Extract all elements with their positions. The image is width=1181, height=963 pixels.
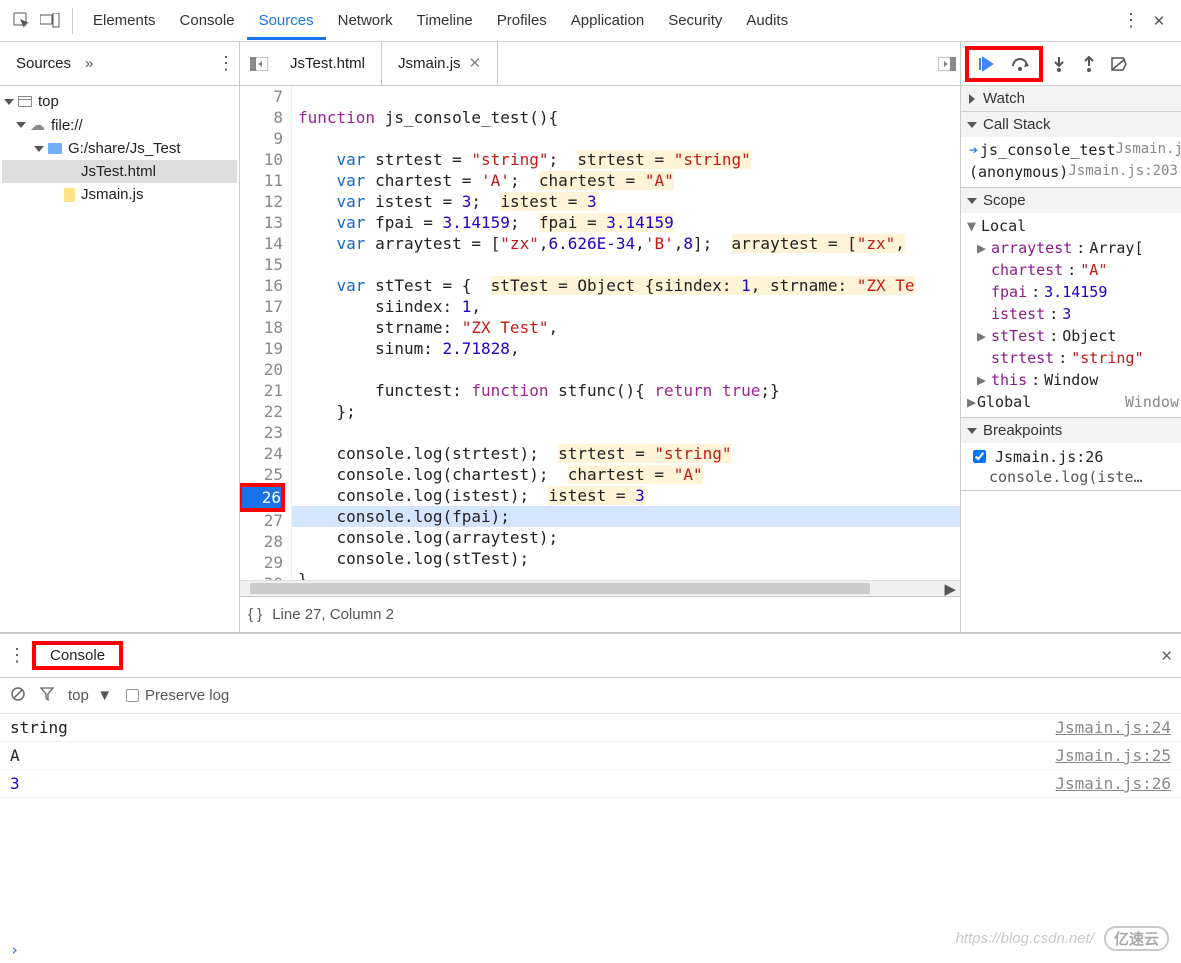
- breakpoints-section-header[interactable]: Breakpoints: [961, 418, 1181, 443]
- step-out-button[interactable]: [1075, 50, 1103, 78]
- scope-var[interactable]: ▶arraytest:Array[: [965, 237, 1181, 259]
- tab-console[interactable]: Console: [168, 2, 247, 40]
- console-drawer: ⋮ Console ✕ top ▼ Preserve log stringJsm…: [0, 633, 1181, 963]
- console-message: stringJsmain.js:24: [0, 714, 1181, 742]
- step-into-button[interactable]: [1045, 50, 1073, 78]
- tab-security[interactable]: Security: [656, 2, 734, 40]
- deactivate-breakpoints-icon[interactable]: [1105, 50, 1133, 78]
- close-devtools-icon[interactable]: ✕: [1145, 7, 1173, 35]
- close-tab-icon[interactable]: ✕: [469, 54, 482, 72]
- devtools-main-tabs: ElementsConsoleSourcesNetworkTimelinePro…: [0, 0, 1181, 42]
- scope-var[interactable]: fpai:3.14159: [965, 281, 1181, 303]
- filter-icon[interactable]: [40, 687, 54, 705]
- step-over-button[interactable]: [1007, 50, 1035, 78]
- callstack-section-header[interactable]: Call Stack: [961, 112, 1181, 137]
- scope-global[interactable]: ▶GlobalWindow: [965, 391, 1181, 413]
- tab-application[interactable]: Application: [559, 2, 656, 40]
- line-gutter[interactable]: 7891011121314151617181920212223242526272…: [240, 86, 292, 580]
- file-tab-js[interactable]: Jsmain.js✕: [382, 42, 498, 85]
- callstack-frame[interactable]: ➔js_console_testJsmain.js:27: [965, 139, 1181, 161]
- resume-button[interactable]: [973, 50, 1001, 78]
- device-toggle-icon[interactable]: [36, 7, 64, 35]
- scope-var[interactable]: ▶this:Window: [965, 369, 1181, 391]
- scope-section-header[interactable]: Scope: [961, 188, 1181, 213]
- inspect-element-icon[interactable]: [8, 7, 36, 35]
- console-message: AJsmain.js:25: [0, 742, 1181, 770]
- tab-timeline[interactable]: Timeline: [405, 2, 485, 40]
- console-tab[interactable]: Console: [38, 643, 117, 668]
- pretty-print-icon[interactable]: { }: [248, 606, 262, 623]
- tree-folder[interactable]: G:/share/Js_Test: [2, 137, 237, 160]
- tab-network[interactable]: Network: [326, 2, 405, 40]
- watermark: https://blog.csdn.net/ 亿速云: [956, 926, 1169, 951]
- tree-top-frame[interactable]: top: [2, 90, 237, 113]
- horizontal-scrollbar[interactable]: ▶: [240, 580, 960, 596]
- scope-var[interactable]: strtest:"string": [965, 347, 1181, 369]
- drawer-menu-icon[interactable]: ⋮: [8, 645, 26, 666]
- sources-tab[interactable]: Sources: [4, 47, 83, 80]
- scope-var[interactable]: istest:3: [965, 303, 1181, 325]
- tree-origin[interactable]: ☁file://: [2, 113, 237, 137]
- console-message: 3Jsmain.js:26: [0, 770, 1181, 798]
- sources-navigator: Sources » ⋮ top ☁file:// G:/share/Js_Tes…: [0, 42, 240, 632]
- show-navigator-icon[interactable]: [244, 49, 274, 79]
- code-editor: JsTest.html Jsmain.js✕ 78910111213141516…: [240, 42, 961, 632]
- sidebar-menu-icon[interactable]: ⋮: [217, 53, 235, 74]
- tab-elements[interactable]: Elements: [81, 2, 168, 40]
- scope-local[interactable]: ▼Local: [965, 215, 1181, 237]
- cursor-position: Line 27, Column 2: [272, 606, 394, 623]
- watch-section-header[interactable]: Watch: [961, 86, 1181, 111]
- preserve-log-checkbox[interactable]: Preserve log: [126, 687, 229, 704]
- close-drawer-icon[interactable]: ✕: [1160, 647, 1173, 665]
- scope-var[interactable]: ▶stTest:Object: [965, 325, 1181, 347]
- breakpoint-item[interactable]: Jsmain.js:26console.log(iste…: [965, 445, 1181, 486]
- clear-console-icon[interactable]: [10, 686, 26, 706]
- show-debugger-icon[interactable]: [934, 51, 960, 77]
- scope-var[interactable]: chartest:"A": [965, 259, 1181, 281]
- tree-file-html[interactable]: JsTest.html: [2, 160, 237, 183]
- tab-audits[interactable]: Audits: [734, 2, 800, 40]
- tab-profiles[interactable]: Profiles: [485, 2, 559, 40]
- tree-file-js[interactable]: Jsmain.js: [2, 183, 237, 206]
- file-tab-html[interactable]: JsTest.html: [274, 42, 382, 85]
- more-menu-icon[interactable]: ⋮: [1117, 7, 1145, 35]
- debugger-panel: Watch Call Stack ➔js_console_testJsmain.…: [961, 42, 1181, 632]
- callstack-frame[interactable]: (anonymous)Jsmain.js:203: [965, 161, 1181, 183]
- code-area[interactable]: function js_console_test(){ var strtest …: [292, 86, 960, 580]
- tab-sources[interactable]: Sources: [247, 2, 326, 40]
- more-tabs-icon[interactable]: »: [85, 55, 93, 72]
- context-selector[interactable]: top ▼: [68, 687, 112, 704]
